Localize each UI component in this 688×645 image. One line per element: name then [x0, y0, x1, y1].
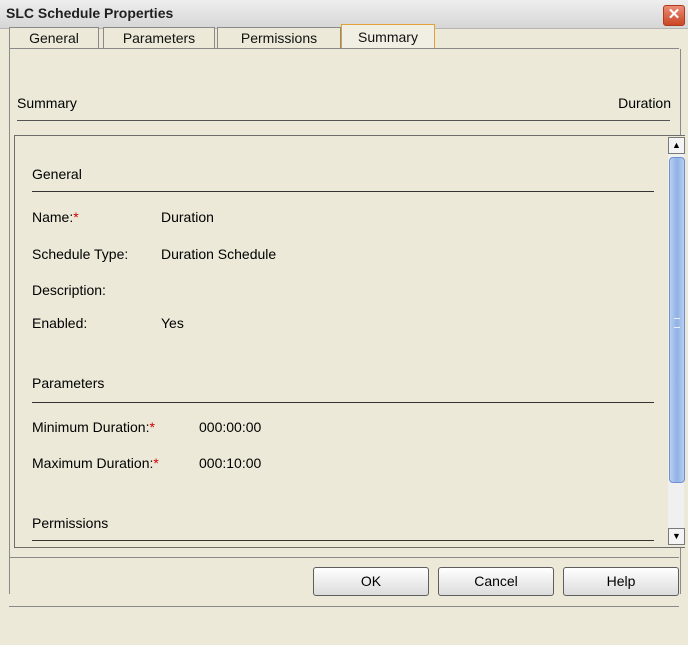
- tab-general[interactable]: General: [9, 27, 99, 49]
- scroll-down-icon[interactable]: ▼: [668, 528, 685, 545]
- scrollbar-thumb[interactable]: [669, 157, 685, 483]
- vertical-scrollbar[interactable]: ▲ ▼: [668, 137, 685, 545]
- tab-permissions[interactable]: Permissions: [217, 27, 341, 49]
- required-marker: *: [149, 419, 155, 435]
- close-icon[interactable]: ✕: [663, 5, 685, 26]
- cancel-button[interactable]: Cancel: [438, 567, 554, 596]
- tab-parameters[interactable]: Parameters: [103, 27, 215, 49]
- section-title-permissions: Permissions: [32, 515, 109, 531]
- minimum-duration-value: 000:00:00: [199, 419, 262, 435]
- window-title: SLC Schedule Properties: [6, 5, 174, 21]
- name-label: Name:*: [32, 209, 79, 225]
- enabled-value: Yes: [161, 315, 184, 331]
- schedule-type-value: Duration Schedule: [161, 246, 277, 262]
- maximum-duration-value: 000:10:00: [199, 455, 262, 471]
- schedule-name-heading: Duration: [618, 95, 671, 111]
- header-divider: [17, 120, 670, 121]
- enabled-label: Enabled:: [32, 315, 88, 331]
- description-label: Description:: [32, 282, 106, 298]
- maximum-duration-label: Maximum Duration:*: [32, 455, 159, 471]
- button-bar-divider: [9, 557, 679, 558]
- tab-summary[interactable]: Summary: [341, 24, 435, 49]
- section-divider: [32, 402, 654, 403]
- dialog-window: SLC Schedule Properties ✕ General Parame…: [0, 0, 688, 645]
- summary-content: General Name:* Duration Schedule Type: D…: [15, 136, 665, 547]
- section-title-general: General: [32, 166, 82, 182]
- bottom-divider: [9, 606, 679, 607]
- required-marker: *: [73, 209, 79, 225]
- section-title-parameters: Parameters: [32, 375, 105, 391]
- scrollbar-grip-icon: [674, 318, 680, 328]
- minimum-duration-label: Minimum Duration:*: [32, 419, 155, 435]
- summary-heading: Summary: [17, 95, 77, 111]
- section-divider: [32, 191, 654, 192]
- schedule-type-label: Schedule Type:: [32, 246, 129, 262]
- required-marker: *: [153, 455, 159, 471]
- help-button[interactable]: Help: [563, 567, 679, 596]
- summary-scroll-pane[interactable]: General Name:* Duration Schedule Type: D…: [14, 135, 685, 548]
- ok-button[interactable]: OK: [313, 567, 429, 596]
- scroll-up-icon[interactable]: ▲: [668, 137, 685, 154]
- section-divider: [32, 540, 654, 541]
- name-value: Duration: [161, 209, 214, 225]
